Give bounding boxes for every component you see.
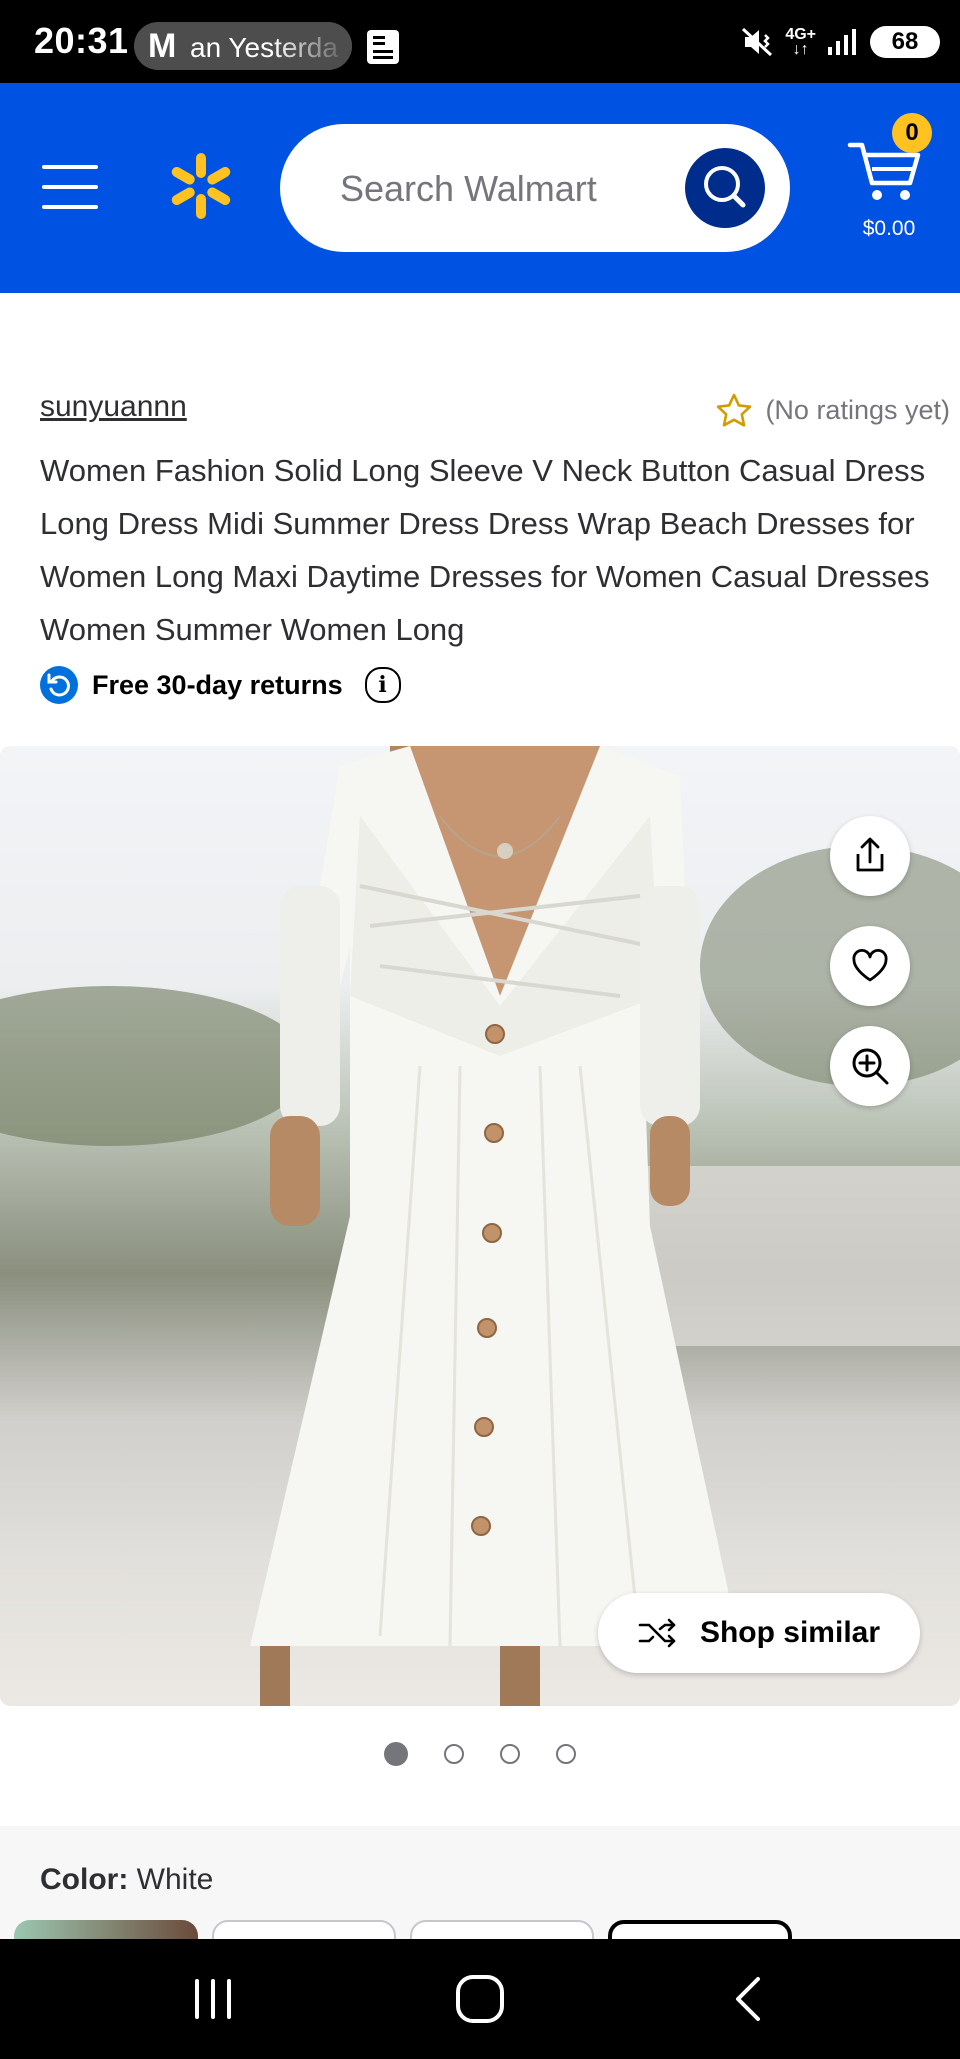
system-nav-bar [0, 1939, 960, 2059]
walmart-spark-logo[interactable] [166, 151, 236, 221]
share-icon [856, 837, 884, 872]
color-swatch-2[interactable] [212, 1920, 396, 1939]
color-swatch-3[interactable] [410, 1920, 594, 1939]
color-swatch-4[interactable] [608, 1920, 792, 1939]
cart-count-badge: 0 [892, 113, 932, 153]
status-time: 20:31 [34, 20, 129, 61]
search-icon [704, 166, 746, 208]
search-button[interactable] [685, 148, 765, 228]
rating[interactable]: (No ratings yet) [715, 392, 950, 428]
zoom-in-icon [852, 1048, 889, 1085]
app-header: Search Walmart 0 $0.00 [0, 83, 960, 293]
share-button[interactable] [830, 816, 910, 896]
favorite-button[interactable] [830, 926, 910, 1006]
heart-icon [852, 948, 888, 982]
notification-pill[interactable]: M an Yesterda [134, 22, 352, 70]
battery-indicator: 68 [870, 26, 940, 58]
returns-icon [40, 666, 78, 704]
returns-label: Free 30-day returns [92, 669, 343, 700]
search-input[interactable]: Search Walmart [340, 168, 597, 210]
free-returns: Free 30-day returns i [40, 666, 401, 704]
search-bar[interactable]: Search Walmart [280, 124, 790, 252]
star-icon [717, 393, 752, 427]
news-app-icon [367, 30, 399, 64]
carousel-dot-2[interactable] [444, 1744, 464, 1764]
back-button[interactable] [720, 1969, 780, 2029]
product-title: Women Fashion Solid Long Sleeve V Neck B… [40, 453, 930, 647]
signal-icon [828, 29, 856, 55]
recent-apps-button[interactable] [183, 1969, 243, 2029]
carousel-dot-3[interactable] [500, 1744, 520, 1764]
info-icon[interactable]: i [364, 667, 401, 703]
carousel-dot-1[interactable] [384, 1742, 408, 1766]
menu-button[interactable] [42, 165, 98, 209]
color-selector: Color: White [0, 1826, 960, 1939]
zoom-button[interactable] [830, 1026, 910, 1106]
rating-text: (No ratings yet) [765, 394, 950, 425]
shuffle-icon [638, 1618, 676, 1648]
color-label-key: Color: [40, 1863, 129, 1896]
status-icons: 4G+ ↓↑ 68 [741, 18, 940, 66]
seller-link[interactable]: sunyuannn [40, 390, 187, 424]
carousel-indicator [0, 1742, 960, 1766]
color-value: White [136, 1863, 214, 1896]
mute-vibrate-icon [742, 27, 773, 57]
carousel-dot-4[interactable] [556, 1744, 576, 1764]
shop-similar-button[interactable]: Shop similar [598, 1593, 920, 1673]
network-type: 4G+ ↓↑ [785, 26, 816, 58]
color-label: Color: White [40, 1863, 213, 1897]
cart-total: $0.00 [862, 217, 916, 240]
shop-similar-label: Shop similar [699, 1616, 881, 1649]
status-bar: 20:31 M an Yesterda 4G+ ↓↑ 68 [0, 0, 960, 83]
product-image[interactable]: Shop similar [0, 746, 960, 1706]
gmail-m-icon: M [148, 27, 177, 65]
color-swatch-1[interactable] [14, 1920, 198, 1939]
battery-level: 68 [891, 28, 919, 55]
cart-button[interactable]: 0 $0.00 [846, 113, 946, 243]
home-button[interactable] [450, 1969, 510, 2029]
product-photo [0, 746, 960, 1706]
